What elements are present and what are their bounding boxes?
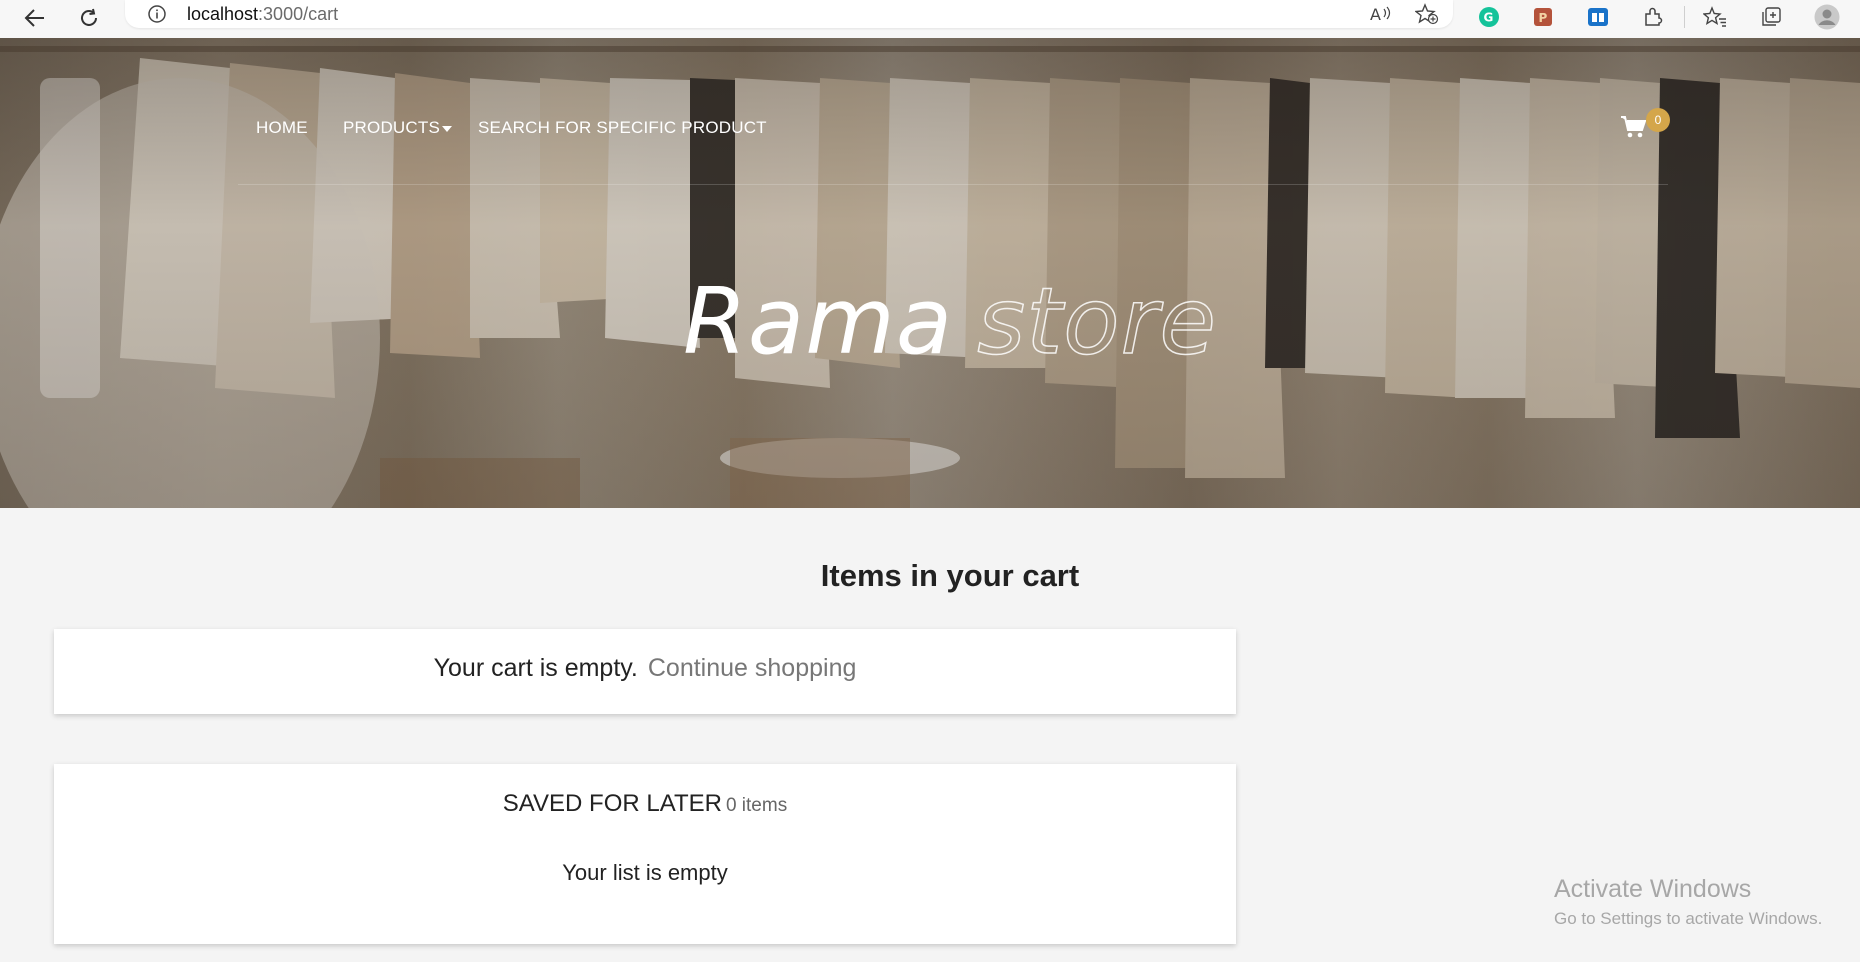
svg-text:P: P	[1539, 11, 1548, 25]
cart-button[interactable]: 0	[1620, 108, 1680, 154]
shopping-cart-icon	[1621, 116, 1647, 138]
saved-empty-message: Your list is empty	[562, 860, 728, 885]
cart-empty-line: Your cart is empty. Continue shopping	[54, 654, 1236, 683]
nav-search[interactable]: SEARCH FOR SPECIFIC PRODUCT	[478, 118, 767, 138]
grammarly-icon[interactable]: G	[1476, 4, 1502, 30]
reload-icon[interactable]	[74, 4, 104, 32]
nav-products-label: PRODUCTS	[343, 118, 440, 137]
cart-empty-message: Your cart is empty.	[433, 654, 638, 682]
favorites-icon[interactable]	[1702, 4, 1728, 30]
toolbar-divider	[1684, 6, 1685, 28]
nav-divider	[238, 184, 1668, 185]
url-host: localhost	[187, 4, 259, 24]
extensions-icon[interactable]	[1640, 4, 1666, 30]
store-title: Rama store	[0, 267, 1860, 376]
url-path: :3000/cart	[258, 4, 339, 24]
svg-text:A: A	[1370, 5, 1381, 24]
activate-windows-subtitle: Go to Settings to activate Windows.	[1554, 909, 1823, 928]
read-aloud-icon[interactable]: A	[1369, 3, 1393, 25]
back-icon[interactable]	[20, 4, 50, 32]
cart-count-badge: 0	[1646, 108, 1670, 132]
saved-count: 0 items	[725, 795, 788, 816]
store-title-outline: store	[977, 267, 1217, 376]
reader-extension-icon[interactable]	[1585, 4, 1611, 30]
svg-text:G: G	[1484, 11, 1494, 25]
browser-toolbar: localhost:3000/cart A G P	[0, 0, 1860, 39]
extension-p-icon[interactable]: P	[1530, 4, 1556, 30]
info-icon[interactable]	[147, 4, 167, 24]
add-favorite-icon[interactable]	[1414, 3, 1439, 25]
continue-shopping-link[interactable]: Continue shopping	[648, 654, 857, 682]
nav-products[interactable]: PRODUCTS	[343, 118, 452, 138]
caret-down-icon	[442, 125, 452, 132]
saved-for-later-title: SAVED FOR LATER 0 items	[54, 790, 1236, 818]
saved-title-text: SAVED FOR LATER	[502, 790, 722, 817]
cart-heading: Items in your cart	[820, 558, 1080, 593]
nav-home[interactable]: HOME	[256, 118, 308, 138]
activate-windows-title: Activate Windows	[1554, 875, 1752, 903]
main-nav: HOME PRODUCTS SEARCH FOR SPECIFIC PRODUC…	[0, 38, 1860, 188]
profile-avatar-icon[interactable]	[1814, 4, 1840, 30]
saved-for-later-panel: SAVED FOR LATER 0 items Your list is empt…	[54, 764, 1236, 944]
url-text[interactable]: localhost:3000/cart	[187, 4, 338, 24]
store-title-main: Rama	[682, 268, 954, 375]
hero-banner: HOME PRODUCTS SEARCH FOR SPECIFIC PRODUC…	[0, 38, 1860, 508]
collections-icon[interactable]	[1758, 4, 1784, 30]
cart-panel: Your cart is empty. Continue shopping	[54, 629, 1236, 714]
address-bar[interactable]: localhost:3000/cart A	[125, 0, 1453, 28]
